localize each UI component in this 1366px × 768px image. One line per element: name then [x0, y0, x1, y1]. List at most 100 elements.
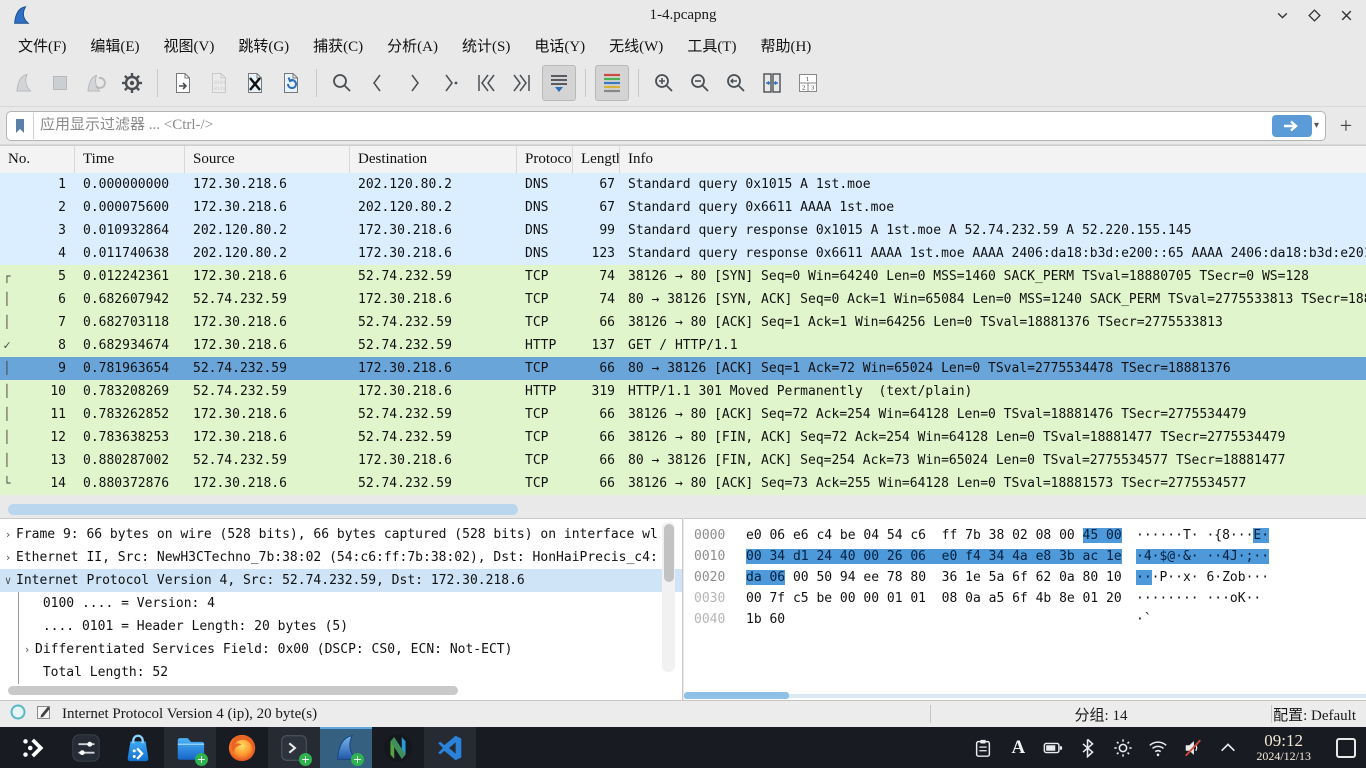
- menu-item-3[interactable]: 跳转(G): [226, 32, 301, 59]
- tray-wifi-icon[interactable]: [1147, 737, 1169, 759]
- menu-item-7[interactable]: 电话(Y): [522, 32, 597, 59]
- detail-vscrollbar[interactable]: [662, 522, 675, 672]
- packet-row-13[interactable]: │130.88028700252.74.232.59172.30.218.6TC…: [0, 449, 1366, 472]
- zoom-in-button[interactable]: [648, 66, 680, 100]
- packet-row-10[interactable]: │100.78320826952.74.232.59172.30.218.6HT…: [0, 380, 1366, 403]
- expander-icon[interactable]: ›: [0, 546, 16, 569]
- taskbar-control-center-icon[interactable]: [60, 727, 112, 768]
- filter-bookmark-icon[interactable]: [7, 113, 34, 139]
- detail-line-6[interactable]: Total Length: 52: [0, 661, 682, 684]
- minimize-button[interactable]: [1268, 2, 1296, 28]
- taskbar-app-store-icon[interactable]: [112, 727, 164, 768]
- hex-row-0040[interactable]: 00401b 60·`: [684, 609, 1366, 630]
- apply-filter-button[interactable]: [1272, 115, 1312, 137]
- go-to-packet-button[interactable]: [434, 66, 466, 100]
- last-packet-button[interactable]: [506, 66, 538, 100]
- packet-row-14[interactable]: └140.880372876172.30.218.652.74.232.59TC…: [0, 472, 1366, 495]
- column-header-source[interactable]: Source: [185, 146, 350, 173]
- packet-row-3[interactable]: 30.010932864202.120.80.2172.30.218.6DNS9…: [0, 219, 1366, 242]
- hex-row-0010[interactable]: 001000 34 d1 24 40 00 26 06 e0 f4 34 4a …: [684, 546, 1366, 567]
- packet-row-11[interactable]: │110.783262852172.30.218.652.74.232.59TC…: [0, 403, 1366, 426]
- show-desktop-button[interactable]: [1336, 738, 1356, 758]
- detail-line-2[interactable]: ∨Internet Protocol Version 4, Src: 52.74…: [0, 569, 682, 592]
- taskbar-file-manager-icon[interactable]: +: [164, 727, 216, 768]
- packet-row-2[interactable]: 20.000075600172.30.218.6202.120.80.2DNS6…: [0, 196, 1366, 219]
- column-header-destination[interactable]: Destination: [350, 146, 517, 173]
- go-forward-button[interactable]: [398, 66, 430, 100]
- packet-row-4[interactable]: 40.011740638202.120.80.2172.30.218.6DNS1…: [0, 242, 1366, 265]
- menu-item-5[interactable]: 分析(A): [375, 32, 450, 59]
- tray-ime-a-icon[interactable]: A: [1007, 737, 1029, 759]
- expert-info-icon[interactable]: [10, 704, 26, 725]
- menu-item-6[interactable]: 统计(S): [450, 32, 522, 59]
- packet-row-12[interactable]: │120.783638253172.30.218.652.74.232.59TC…: [0, 426, 1366, 449]
- packet-row-9[interactable]: │90.78196365452.74.232.59172.30.218.6TCP…: [0, 357, 1366, 380]
- hex-row-0030[interactable]: 003000 7f c5 be 00 00 01 01 08 0a a5 6f …: [684, 588, 1366, 609]
- column-header-length[interactable]: Length: [573, 146, 620, 173]
- menu-item-2[interactable]: 视图(V): [152, 32, 227, 59]
- add-filter-button[interactable]: +: [1332, 112, 1360, 140]
- hex-row-0020[interactable]: 0020da 06 00 50 94 ee 78 80 36 1e 5a 6f …: [684, 567, 1366, 588]
- colorize-button[interactable]: [595, 65, 629, 101]
- menu-item-9[interactable]: 工具(T): [675, 32, 748, 59]
- capture-options-button[interactable]: [116, 66, 148, 100]
- taskbar-launcher-icon[interactable]: [8, 727, 60, 768]
- close-file-button[interactable]: [239, 66, 271, 100]
- auto-scroll-button[interactable]: [542, 65, 576, 101]
- taskbar-terminal-icon[interactable]: +: [268, 727, 320, 768]
- packet-row-6[interactable]: │60.68260794252.74.232.59172.30.218.6TCP…: [0, 288, 1366, 311]
- zoom-original-button[interactable]: [720, 66, 752, 100]
- menu-item-1[interactable]: 编辑(E): [78, 32, 151, 59]
- tray-battery-icon[interactable]: [1042, 737, 1064, 759]
- capture-comment-icon[interactable]: [36, 704, 52, 725]
- column-header-no[interactable]: No.: [0, 146, 75, 173]
- menu-item-0[interactable]: 文件(F): [6, 32, 78, 59]
- packet-row-5[interactable]: ┌50.012242361172.30.218.652.74.232.59TCP…: [0, 265, 1366, 288]
- detail-hscrollbar[interactable]: [8, 686, 458, 695]
- tray-chevron-up-icon[interactable]: [1217, 737, 1239, 759]
- expander-icon[interactable]: ›: [0, 523, 16, 546]
- zoom-out-button[interactable]: [684, 66, 716, 100]
- taskbar-vscode-icon[interactable]: [424, 727, 476, 768]
- menu-item-10[interactable]: 帮助(H): [748, 32, 823, 59]
- hex-row-0000[interactable]: 0000e0 06 e6 c4 be 04 54 c6 ff 7b 38 02 …: [684, 525, 1366, 546]
- close-button[interactable]: [1332, 2, 1360, 28]
- maximize-button[interactable]: [1300, 2, 1328, 28]
- expander-icon[interactable]: ∨: [0, 569, 16, 592]
- display-filter-box[interactable]: ▾: [6, 111, 1326, 141]
- display-filter-input[interactable]: [34, 117, 1272, 134]
- first-packet-button[interactable]: [470, 66, 502, 100]
- find-packet-button[interactable]: [326, 66, 358, 100]
- detail-line-3[interactable]: 0100 .... = Version: 4: [0, 592, 682, 615]
- tray-volume-muted-icon[interactable]: [1182, 737, 1204, 759]
- filter-dropdown-caret[interactable]: ▾: [1314, 120, 1319, 131]
- tray-bluetooth-icon[interactable]: [1077, 737, 1099, 759]
- packet-list-hscrollbar[interactable]: [8, 504, 518, 515]
- detail-line-5[interactable]: ›Differentiated Services Field: 0x00 (DS…: [0, 638, 682, 661]
- go-back-button[interactable]: [362, 66, 394, 100]
- resize-columns-button[interactable]: [756, 66, 788, 100]
- taskbar-neovim-icon[interactable]: [372, 727, 424, 768]
- column-header-info[interactable]: Info: [620, 146, 1366, 173]
- taskbar-wireshark-icon[interactable]: +: [320, 727, 372, 768]
- tray-brightness-icon[interactable]: [1112, 737, 1134, 759]
- menu-item-8[interactable]: 无线(W): [597, 32, 675, 59]
- expander-icon[interactable]: ›: [18, 638, 35, 661]
- detail-line-4[interactable]: .... 0101 = Header Length: 20 bytes (5): [0, 615, 682, 638]
- profile-label[interactable]: 配置: Default: [1272, 704, 1366, 725]
- taskbar-firefox-icon[interactable]: [216, 727, 268, 768]
- menu-item-4[interactable]: 捕获(C): [301, 32, 375, 59]
- column-header-protocol[interactable]: Protocol: [517, 146, 573, 173]
- packet-row-8[interactable]: ✓80.682934674172.30.218.652.74.232.59HTT…: [0, 334, 1366, 357]
- column-header-time[interactable]: Time: [75, 146, 185, 173]
- hex-hscrollbar[interactable]: [684, 692, 789, 699]
- packet-row-1[interactable]: 10.000000000172.30.218.6202.120.80.2DNS6…: [0, 173, 1366, 196]
- reload-file-button[interactable]: [275, 66, 307, 100]
- detail-line-0[interactable]: ›Frame 9: 66 bytes on wire (528 bits), 6…: [0, 523, 682, 546]
- detail-line-1[interactable]: ›Ethernet II, Src: NewH3CTechno_7b:38:02…: [0, 546, 682, 569]
- taskbar-clock[interactable]: 09:12 2024/12/13: [1256, 732, 1311, 762]
- number-columns-button[interactable]: 123: [792, 66, 824, 100]
- packet-row-7[interactable]: │70.682703118172.30.218.652.74.232.59TCP…: [0, 311, 1366, 334]
- open-file-button[interactable]: [167, 66, 199, 100]
- tray-clipboard-icon[interactable]: [972, 737, 994, 759]
